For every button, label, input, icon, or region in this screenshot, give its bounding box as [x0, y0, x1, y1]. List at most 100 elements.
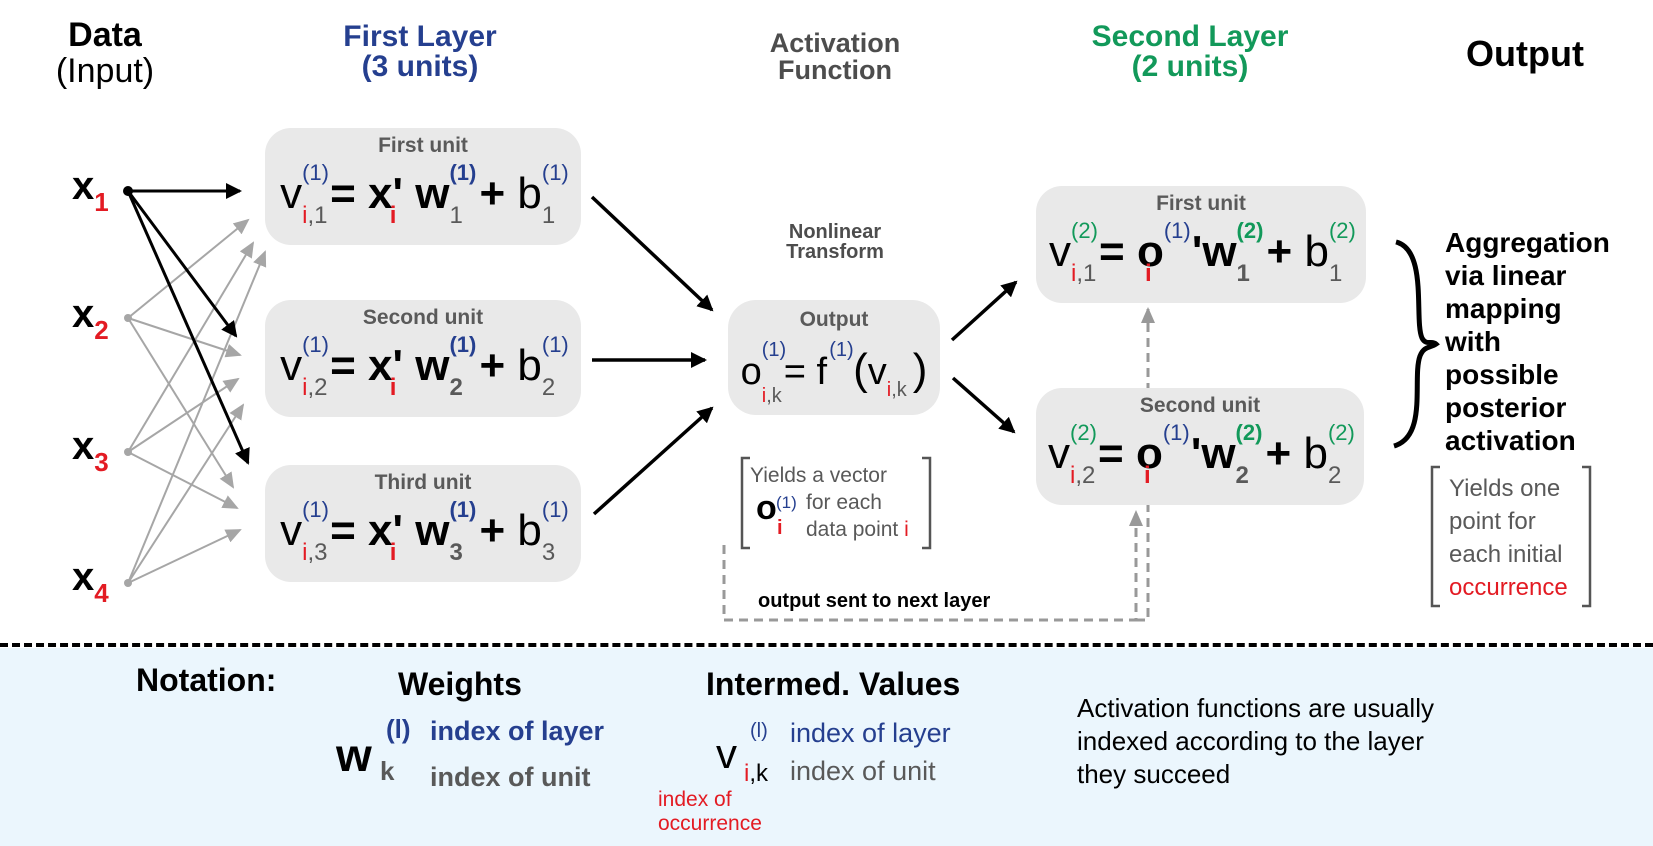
eq-o: o (1) i,k: [741, 340, 787, 406]
intermed-sub-k: ,k: [749, 760, 769, 787]
eq-plus: +: [1265, 429, 1292, 478]
eq-w-sup: (1): [449, 332, 477, 357]
eq-w: w (1) 1: [415, 162, 476, 228]
eq-f-symbol: f: [816, 351, 828, 393]
intermed-sup: (l): [750, 720, 768, 742]
unit-title: Second unit: [1139, 394, 1261, 417]
aggregation-line: via linear: [1445, 260, 1567, 291]
eq-b-sup: (1): [541, 497, 569, 522]
eq-f: f (1): [816, 340, 854, 402]
first-layer-unit-3: Third unit v (1) i,3 = x' i w (1) 3 + b (1) 3: [265, 465, 581, 582]
activation-note-line3: data point: [806, 518, 899, 541]
node-x1: [123, 186, 133, 196]
header-first-layer-subtitle: (3 units): [361, 50, 479, 83]
eq-b-sup: (1): [541, 160, 569, 185]
eq-w-sub: 2: [449, 374, 463, 401]
header-data-title: Data: [68, 16, 142, 54]
edge-u1-activation: [590, 195, 714, 312]
occurrence-line2: occurrence: [658, 812, 762, 835]
eq-lhs: v (2) i,1: [1049, 220, 1098, 286]
header-activation-title: Activation: [769, 28, 901, 58]
eq-f-sup: (1): [829, 339, 854, 361]
output-note-bracket-right: [1582, 465, 1592, 608]
node-x2: [124, 314, 132, 322]
intermed-unit-text: index of unit: [790, 756, 936, 786]
eq-plus: +: [479, 341, 506, 390]
eq-o-sup: (1): [761, 339, 787, 361]
eq-w-sub: 3: [449, 539, 463, 566]
eq-b-symbol: b: [517, 169, 542, 218]
aggregation-line: mapping: [1445, 293, 1562, 324]
eq-b: b (1) 3: [517, 499, 568, 565]
edge-activation-l2u2: [951, 376, 1016, 434]
activation-box-title: Output: [799, 308, 869, 331]
intermed-layer-text: index of layer: [790, 718, 951, 748]
eq-plus: +: [479, 169, 506, 218]
eq-b: b (1) 2: [517, 334, 568, 400]
aggregation-text: Aggregation via linear mapping with poss…: [1445, 226, 1610, 457]
intermed-title: Intermed. Values: [706, 666, 961, 702]
output-note-line: each initial: [1449, 541, 1563, 568]
eq-lhs: v (1) i,1: [280, 162, 329, 228]
weights-unit-text: index of unit: [430, 762, 591, 792]
edge-x2-u2: [127, 317, 242, 358]
eq-prime: ': [1191, 227, 1203, 276]
eq-b-sup: (1): [541, 332, 569, 357]
unit-title: Second unit: [362, 306, 484, 329]
weights-title: Weights: [398, 666, 522, 702]
eq-x-sub: i: [389, 374, 397, 401]
eq-lparen: (: [853, 345, 868, 394]
header-output: Output: [1466, 33, 1584, 74]
note-o-sub: i: [777, 517, 783, 539]
weights-sup: (l): [386, 714, 411, 744]
eq-w: w (1) 3: [415, 499, 476, 565]
input-x4: x4: [72, 555, 109, 609]
input-index: 3: [94, 447, 109, 477]
eq-w-sup: (2): [1236, 218, 1264, 243]
aggregation-line: posterior: [1445, 392, 1567, 423]
weights-symbol: w: [336, 729, 372, 781]
occurrence-line1: index of: [658, 788, 732, 811]
edge-x2-u3: [127, 317, 235, 489]
unit-title: First unit: [378, 134, 468, 157]
unit-title: First unit: [1156, 192, 1246, 215]
eq-v: v: [280, 341, 303, 390]
input-symbol: x: [72, 164, 95, 208]
eq-sup: (2): [1070, 420, 1097, 445]
eq-b-symbol: b: [517, 341, 542, 390]
nonlinear-line2: Transform: [786, 241, 884, 263]
edge-x3-u2: [127, 377, 240, 453]
eq-sub-k: ,2: [1075, 462, 1096, 489]
section-divider: [0, 643, 1653, 647]
eq-sub-k: ,2: [307, 374, 328, 401]
input-index: 1: [94, 187, 109, 217]
eq-w-sup: (2): [1235, 420, 1263, 445]
nonlinear-transform-label: Nonlinear Transform: [740, 222, 930, 262]
eq-sub-k: ,1: [307, 202, 328, 229]
eq-b-sub: 3: [541, 539, 556, 566]
eq-equals: =: [330, 169, 356, 218]
eq-plus: +: [1266, 227, 1293, 276]
aggregation-brace: [1393, 239, 1440, 449]
eq-b: b (2) 1: [1304, 220, 1355, 286]
unit-equation: v (2) i,2 = o (1) i'w (2) 2 + b (2) 2: [1036, 420, 1364, 488]
note-o-symbol: o: [756, 489, 777, 527]
aggregation-line: possible: [1445, 359, 1559, 390]
eq-x-symbol: x': [368, 341, 403, 390]
eq-x: x' i: [368, 164, 403, 228]
eq-sup: (1): [302, 497, 329, 522]
input-x2: x2: [72, 292, 109, 346]
eq-w-symbol: w: [1202, 227, 1237, 276]
eq-b-sub: 2: [541, 374, 556, 401]
eq-x-symbol: x': [368, 506, 403, 555]
eq-sub-k: ,3: [307, 539, 328, 566]
activation-note: Yields a vector o (1) i for each data po…: [750, 462, 909, 543]
activation-index-note: Activation functions are usually indexed…: [1077, 692, 1434, 791]
eq-x-sub: i: [389, 202, 397, 229]
input-x3: x3: [72, 424, 109, 478]
node-x3: [124, 448, 132, 456]
input-index: 4: [94, 578, 109, 608]
input-symbol: x: [72, 292, 95, 336]
eq-w: w (1) 2: [415, 334, 476, 400]
eq-prime: ': [1190, 429, 1202, 478]
